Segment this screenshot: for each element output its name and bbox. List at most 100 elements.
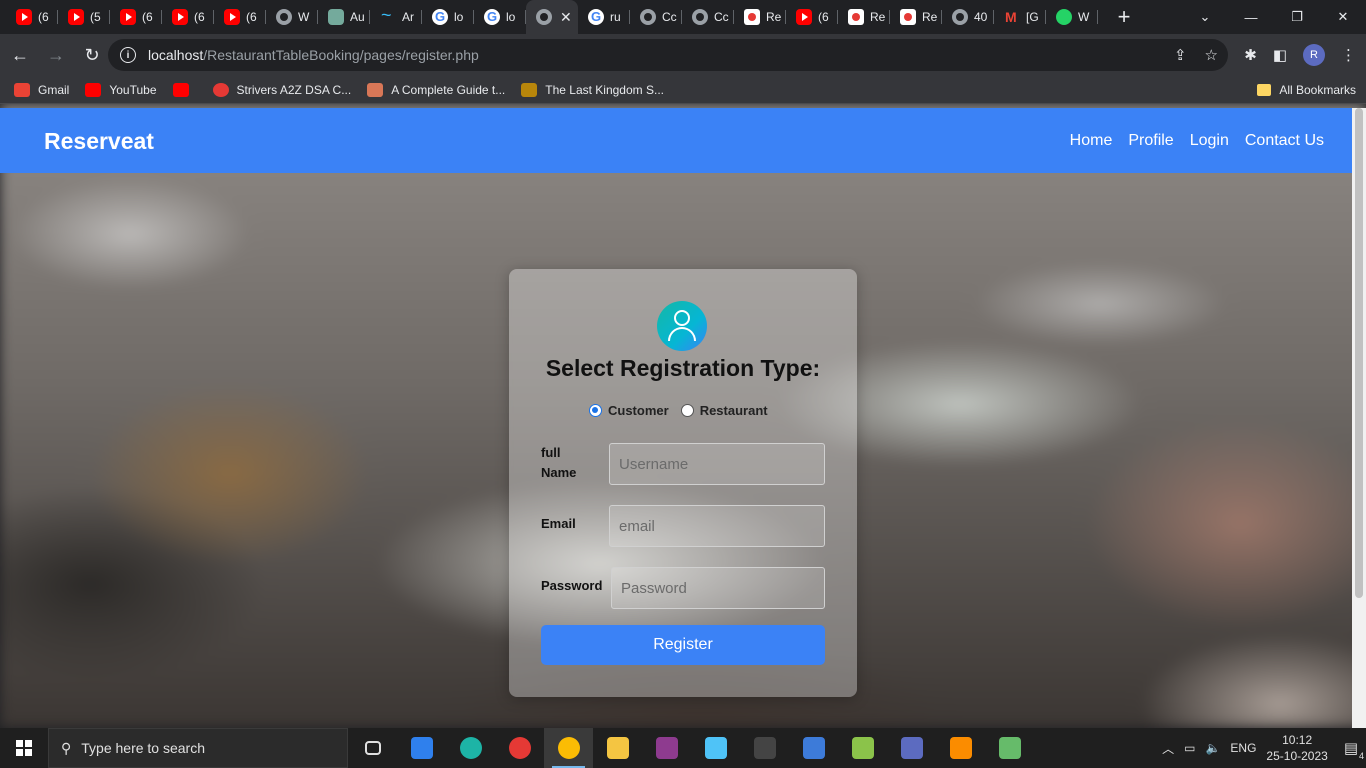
chrome-icon[interactable] <box>544 728 593 768</box>
film-icon <box>521 82 538 97</box>
tab-search-icon[interactable]: ⌄ <box>1182 0 1228 34</box>
nav-profile[interactable]: Profile <box>1128 132 1173 150</box>
browser-tab[interactable]: (6 <box>214 0 266 34</box>
user-avatar-icon <box>657 301 707 351</box>
side-panel-icon[interactable]: ◧ <box>1273 46 1287 64</box>
sql-icon[interactable] <box>887 728 936 768</box>
browser-tab[interactable]: Cc <box>682 0 734 34</box>
bookmark-item[interactable]: Gmail <box>14 82 69 97</box>
language-indicator[interactable]: ENG <box>1230 741 1256 755</box>
new-tab-button[interactable]: + <box>1106 0 1142 34</box>
browser-tab[interactable]: Re <box>890 0 942 34</box>
clock[interactable]: 10:12 25-10-2023 <box>1266 732 1327 764</box>
bookmark-star-icon[interactable]: ☆ <box>1205 46 1218 64</box>
all-bookmarks[interactable]: All Bookmarks <box>1257 76 1356 104</box>
password-input[interactable] <box>611 567 825 609</box>
nav-home[interactable]: Home <box>1070 132 1113 150</box>
browser-tab[interactable]: [G <box>994 0 1046 34</box>
maximize-button[interactable]: ❐ <box>1274 0 1320 34</box>
file-explorer-icon[interactable] <box>593 728 642 768</box>
browser-tab[interactable]: (5 <box>58 0 110 34</box>
customer-radio-label[interactable]: Customer <box>608 403 669 418</box>
arrow-app-icon[interactable] <box>838 728 887 768</box>
vscode-icon[interactable] <box>397 728 446 768</box>
xampp-icon[interactable] <box>936 728 985 768</box>
restaurant-radio-label[interactable]: Restaurant <box>700 403 768 418</box>
globe-icon <box>536 9 552 25</box>
bookmark-item[interactable]: The Last Kingdom S... <box>521 82 664 97</box>
taskbar-search[interactable]: ⚲ Type here to search <box>48 728 348 768</box>
network-icon[interactable]: ▭ <box>1184 741 1195 755</box>
control-panel-icon[interactable] <box>789 728 838 768</box>
youtube-icon <box>120 9 136 25</box>
close-tab-icon[interactable]: ✕ <box>560 9 572 26</box>
url-text[interactable]: localhost/RestaurantTableBooking/pages/r… <box>148 47 479 63</box>
volume-icon[interactable]: 🔈 <box>1205 741 1220 755</box>
address-bar[interactable]: i localhost/RestaurantTableBooking/pages… <box>108 39 1228 71</box>
customer-radio[interactable] <box>589 404 602 417</box>
system-tray: ︿ ▭ 🔈 ENG 10:12 25-10-2023 ▤ 4 <box>1162 728 1366 768</box>
reload-icon[interactable]: ↻ <box>76 39 108 71</box>
terminal-icon[interactable] <box>740 728 789 768</box>
browser-tab[interactable]: W <box>1046 0 1098 34</box>
full-name-input[interactable] <box>609 443 825 485</box>
site-navbar: Reserveat Home Profile Login Contact Us <box>0 108 1366 173</box>
bookmark-item[interactable]: YouTube <box>85 82 157 97</box>
browser-tab[interactable]: (6 <box>786 0 838 34</box>
share-icon[interactable]: ⇪ <box>1174 46 1187 64</box>
browser-tab[interactable]: Au <box>318 0 370 34</box>
browser-tab[interactable]: ✕ <box>526 0 578 34</box>
restaurant-radio[interactable] <box>680 404 694 417</box>
tailwind-icon <box>380 5 396 26</box>
profile-avatar[interactable]: R <box>1303 44 1325 66</box>
show-hidden-icons[interactable]: ︿ <box>1162 740 1174 757</box>
opera-icon[interactable] <box>495 728 544 768</box>
extensions-icon[interactable]: ✱ <box>1244 46 1257 64</box>
email-input[interactable] <box>609 505 825 547</box>
nav-contact-us[interactable]: Contact Us <box>1245 132 1324 150</box>
winrar-icon[interactable] <box>642 728 691 768</box>
browser-tab[interactable]: (6 <box>162 0 214 34</box>
browser-tab[interactable]: ru <box>578 0 630 34</box>
browser-tab[interactable]: Re <box>838 0 890 34</box>
menu-kebab-icon[interactable]: ⋮ <box>1341 46 1356 64</box>
browser-tab[interactable]: Ar <box>370 0 422 34</box>
page-scrollbar[interactable] <box>1352 108 1366 728</box>
close-window-button[interactable]: ✕ <box>1320 0 1366 34</box>
globe-icon <box>952 9 968 25</box>
brand-logo[interactable]: Reserveat <box>44 128 154 155</box>
youtube-icon <box>172 82 189 97</box>
browser-tab[interactable]: lo <box>422 0 474 34</box>
chatgpt-icon <box>328 9 344 25</box>
browser-tab[interactable]: (6 <box>110 0 162 34</box>
tab-title: (6 <box>38 10 49 24</box>
notifications-icon[interactable]: ▤ 4 <box>1344 739 1364 761</box>
react-icon <box>744 9 760 25</box>
register-button[interactable]: Register <box>541 625 825 665</box>
notepad-icon[interactable] <box>691 728 740 768</box>
site-info-icon[interactable]: i <box>120 47 136 63</box>
browser-tab[interactable]: W <box>266 0 318 34</box>
minimize-button[interactable]: — <box>1228 0 1274 34</box>
browser-tab[interactable]: lo <box>474 0 526 34</box>
browser-tab[interactable]: 40 <box>942 0 994 34</box>
page-viewport: Reserveat Home Profile Login Contact Us … <box>0 104 1366 728</box>
browser-tab[interactable]: Cc <box>630 0 682 34</box>
bookmark-item[interactable]: A Complete Guide t... <box>367 82 505 97</box>
app-icon[interactable] <box>985 728 1034 768</box>
windows-logo-icon <box>16 740 32 756</box>
bookmark-item[interactable]: Strivers A2Z DSA C... <box>212 82 351 97</box>
google-icon <box>588 9 604 25</box>
nav-login[interactable]: Login <box>1190 132 1229 150</box>
scrollbar-thumb[interactable] <box>1355 108 1363 598</box>
start-button[interactable] <box>0 728 48 768</box>
forward-icon[interactable]: → <box>40 39 72 71</box>
globe-icon <box>276 9 292 25</box>
back-icon[interactable]: ← <box>4 39 36 71</box>
browser-tab[interactable]: Re <box>734 0 786 34</box>
tab-title: Cc <box>662 10 677 24</box>
bookmark-item[interactable] <box>172 82 197 97</box>
browser-tab[interactable]: (6 <box>6 0 58 34</box>
edge-icon[interactable] <box>446 728 495 768</box>
task-view-icon[interactable] <box>348 728 397 768</box>
